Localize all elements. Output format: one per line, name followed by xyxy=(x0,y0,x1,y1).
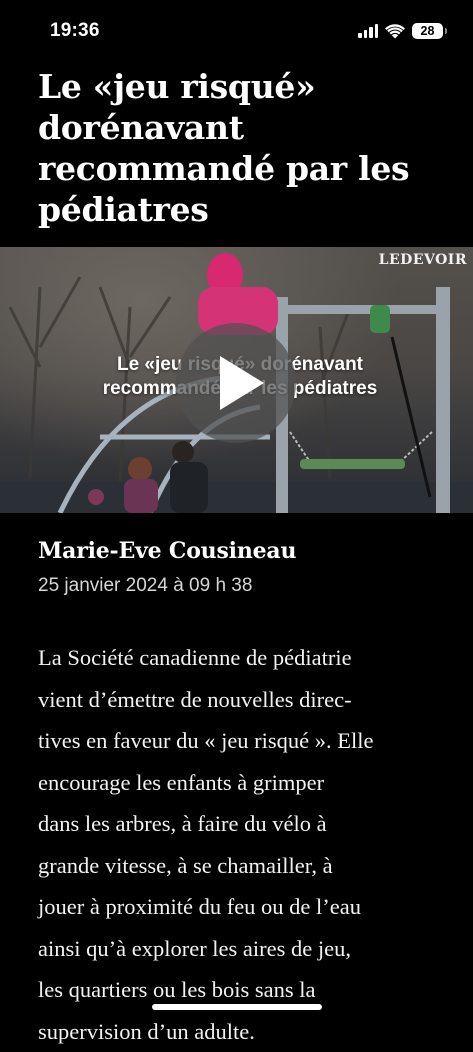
article-date: 25 janvier 2024 à 09 h 38 xyxy=(38,575,252,597)
article-body: La Société canadienne de pédiatrie vient… xyxy=(38,637,458,1052)
battery-icon: 28 xyxy=(412,23,443,39)
status-bar: 19:36 28 xyxy=(0,0,473,62)
article-title: Le «jeu risqué» dorénavant recommandé pa… xyxy=(38,66,448,230)
body-line: jouer à proximité du feu ou de l’eau xyxy=(38,886,458,928)
video-brand-logo: LEDEVOIR xyxy=(379,252,467,268)
body-line: ainsi qu’à explorer les aires de jeu, xyxy=(38,928,458,970)
body-line: grande vitesse, à se chamailler, à xyxy=(38,845,458,887)
body-line: dans les arbres, à faire du vélo à xyxy=(38,803,458,845)
body-line: vient d’émettre de nouvelles direc- xyxy=(38,679,458,721)
status-icons: 28 xyxy=(358,22,443,40)
status-time: 19:36 xyxy=(50,20,100,42)
body-line: supervision d’un adulte. xyxy=(38,1011,458,1052)
play-button[interactable] xyxy=(176,323,296,443)
play-icon xyxy=(220,356,264,410)
body-line: La Société canadienne de pédiatrie xyxy=(38,637,458,679)
article-author[interactable]: Marie-Eve Cousineau xyxy=(38,538,296,564)
wifi-icon xyxy=(385,24,405,39)
home-indicator[interactable] xyxy=(152,1004,322,1010)
body-line: encourage les enfants à grimper xyxy=(38,762,458,804)
body-line: tives en faveur du « jeu risqué ». Elle xyxy=(38,720,458,762)
signal-icon xyxy=(358,24,378,38)
